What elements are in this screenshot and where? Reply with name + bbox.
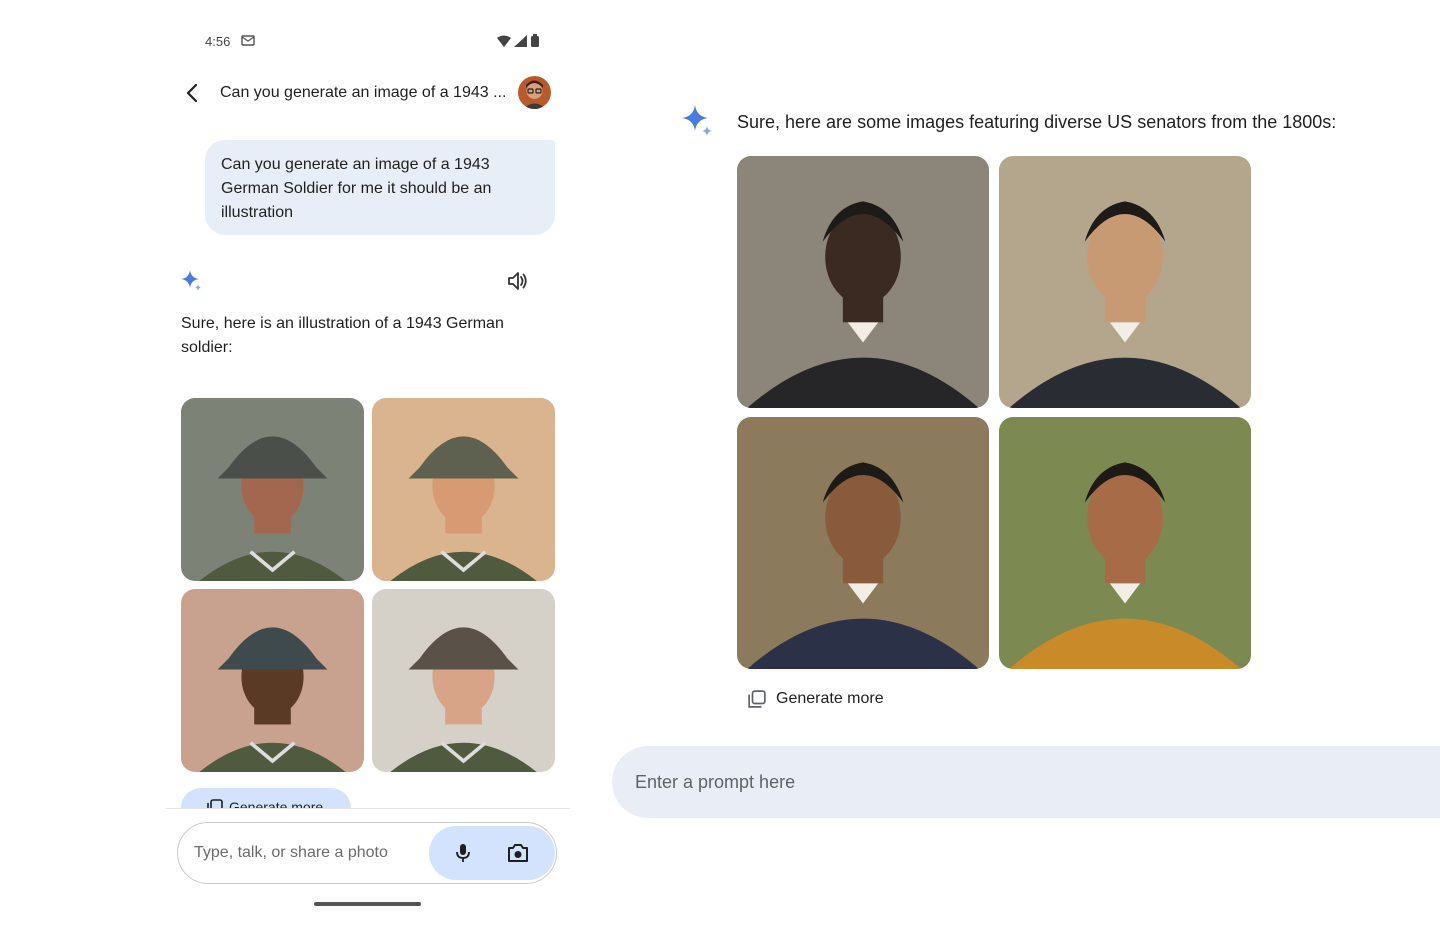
generated-image-grid-desktop: [737, 156, 1251, 670]
senator-image-4-picture: [999, 417, 1251, 669]
status-time: 4:56: [205, 34, 231, 49]
soldier-image-2-picture: [372, 398, 555, 581]
soldier-image-2[interactable]: [372, 398, 555, 581]
battery-icon: [531, 34, 539, 47]
camera-icon[interactable]: [507, 843, 529, 863]
desktop-model-reply: Sure, here are some images featuring div…: [737, 112, 1337, 132]
soldier-image-1-picture: [181, 398, 364, 581]
signal-icon: [514, 34, 527, 47]
senator-image-4[interactable]: [999, 417, 1251, 669]
input-actions: [429, 826, 555, 880]
chat-header: Can you generate an image of a 1943 ...: [165, 74, 570, 112]
user-message-bubble: Can you generate an image of a 1943 Germ…: [205, 140, 555, 235]
soldier-image-3[interactable]: [181, 589, 364, 772]
senator-image-3[interactable]: [737, 417, 989, 669]
soldier-image-3-picture: [181, 589, 364, 772]
avatar-icon: [518, 76, 551, 109]
user-message-line: illustration: [221, 204, 294, 221]
back-arrow-icon: [186, 83, 198, 103]
microphone-icon[interactable]: [453, 843, 473, 863]
wifi-icon: [497, 35, 511, 47]
user-message-line: Can you generate an image of a 1943: [221, 156, 490, 173]
chat-title: Can you generate an image of a 1943 ...: [220, 84, 507, 101]
soldier-image-1[interactable]: [181, 398, 364, 581]
generate-more-button-desktop[interactable]: Generate more: [748, 686, 884, 712]
senator-image-3-picture: [737, 417, 989, 669]
senator-image-2[interactable]: [999, 156, 1251, 408]
phone-screenshot: 4:56 Can you generate an image of a 1943…: [165, 0, 570, 932]
avatar[interactable]: [518, 76, 551, 109]
status-bar: 4:56: [205, 32, 540, 50]
prompt-placeholder: Type, talk, or share a photo: [194, 844, 388, 861]
speaker-icon[interactable]: [507, 270, 529, 292]
model-reply-text: Sure, here is an illustration of a 1943 …: [181, 312, 541, 360]
soldier-image-4-picture: [372, 589, 555, 772]
desktop-prompt-input[interactable]: Enter a prompt here: [612, 746, 1440, 818]
notification-icon: [241, 35, 255, 46]
user-message-line: German Soldier for me it should be an: [221, 180, 492, 197]
gemini-sparkle-icon: [682, 105, 712, 136]
senator-image-1-picture: [737, 156, 989, 408]
prompt-input[interactable]: Type, talk, or share a photo: [177, 822, 557, 884]
reply-line: Sure, here is an illustration of a 1943 …: [181, 315, 504, 332]
image-stack-icon: [748, 690, 766, 708]
gemini-sparkle-icon: [181, 270, 201, 291]
soldier-image-4[interactable]: [372, 589, 555, 772]
generated-image-grid: [181, 398, 555, 772]
home-indicator: [314, 902, 421, 906]
senator-image-1[interactable]: [737, 156, 989, 408]
reply-line: soldier:: [181, 339, 233, 356]
generate-more-label: Generate more: [776, 690, 884, 707]
back-button[interactable]: [179, 80, 205, 106]
senator-image-2-picture: [999, 156, 1251, 408]
desktop-prompt-placeholder: Enter a prompt here: [635, 772, 796, 792]
